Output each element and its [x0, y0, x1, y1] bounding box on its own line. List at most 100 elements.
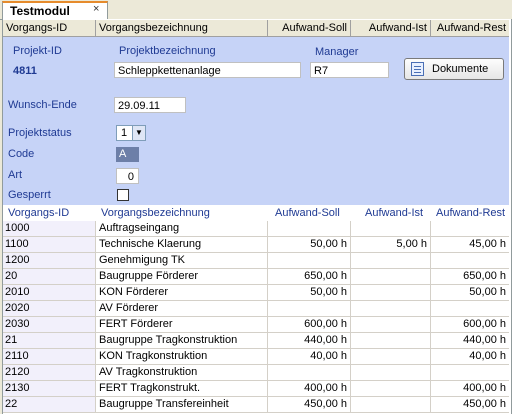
- table-cell[interactable]: 50,00 h: [268, 285, 351, 300]
- table-cell[interactable]: 1000: [3, 221, 96, 236]
- table-row[interactable]: 1000 Auftragseingang: [3, 221, 509, 237]
- table-cell[interactable]: FERT Tragkonstrukt.: [96, 381, 268, 396]
- table-header-aufwand-soll[interactable]: Aufwand-Soll: [275, 205, 340, 221]
- table-cell[interactable]: 5,00 h: [351, 237, 431, 252]
- table-cell[interactable]: 1200: [3, 253, 96, 268]
- dokumente-button[interactable]: Dokumente: [404, 58, 504, 80]
- table-cell[interactable]: 600,00 h: [268, 317, 351, 332]
- table-cell[interactable]: 2130: [3, 381, 96, 396]
- table-cell[interactable]: AV Förderer: [96, 301, 268, 316]
- table-cell[interactable]: 40,00 h: [431, 349, 509, 364]
- chevron-down-icon[interactable]: ▼: [132, 126, 145, 140]
- projektstatus-select[interactable]: 1 ▼: [116, 125, 146, 141]
- table-cell[interactable]: [431, 301, 509, 316]
- projekt-id-label: Projekt-ID: [13, 45, 62, 57]
- table-cell[interactable]: 1100: [3, 237, 96, 252]
- projektbezeichnung-field[interactable]: Schleppkettenanlage: [114, 62, 301, 78]
- table-cell[interactable]: [351, 285, 431, 300]
- table-cell[interactable]: [431, 365, 509, 380]
- table-cell[interactable]: 2020: [3, 301, 96, 316]
- table-row[interactable]: 21 Baugruppe Tragkonstruktion 440,00 h 440,…: [3, 333, 509, 349]
- table-cell[interactable]: 50,00 h: [268, 237, 351, 252]
- table-cell[interactable]: 2120: [3, 365, 96, 380]
- column-header-vorgangs-id[interactable]: Vorgangs-ID: [3, 20, 96, 36]
- manager-label: Manager: [315, 46, 359, 58]
- table-cell[interactable]: [431, 253, 509, 268]
- table-cell[interactable]: [351, 301, 431, 316]
- table-cell[interactable]: [351, 397, 431, 412]
- table-cell[interactable]: 450,00 h: [268, 397, 351, 412]
- table-cell[interactable]: Baugruppe Transfereinheit: [96, 397, 268, 412]
- table-cell[interactable]: 2030: [3, 317, 96, 332]
- table-cell[interactable]: 450,00 h: [431, 397, 509, 412]
- table-row[interactable]: 2030 FERT Förderer 600,00 h 600,00 h: [3, 317, 509, 333]
- close-icon[interactable]: ×: [93, 3, 99, 15]
- table-cell[interactable]: 440,00 h: [431, 333, 509, 348]
- wunsch-ende-field[interactable]: 29.09.11: [114, 97, 186, 113]
- table-header-vorgangsbezeichnung[interactable]: Vorgangsbezeichnung: [101, 205, 210, 221]
- table-cell[interactable]: 21: [3, 333, 96, 348]
- document-icon: [411, 62, 424, 76]
- table-cell[interactable]: 45,00 h: [431, 237, 509, 252]
- column-header-vorgangsbezeichnung[interactable]: Vorgangsbezeichnung: [96, 20, 268, 36]
- table-row[interactable]: 2130 FERT Tragkonstrukt. 400,00 h 400,00 h: [3, 381, 509, 397]
- art-field[interactable]: 0: [116, 168, 139, 184]
- table-row[interactable]: 1100 Technische Klaerung 50,00 h 5,00 h 45,0…: [3, 237, 509, 253]
- code-label: Code: [8, 148, 35, 160]
- tab-label: Testmodul: [10, 4, 70, 18]
- table-header-aufwand-rest[interactable]: Aufwand-Rest: [436, 205, 505, 221]
- table-cell[interactable]: [351, 365, 431, 380]
- table-cell[interactable]: KON Tragkonstruktion: [96, 349, 268, 364]
- table-cell[interactable]: [351, 221, 431, 236]
- table-cell[interactable]: [268, 221, 351, 236]
- table-cell[interactable]: 440,00 h: [268, 333, 351, 348]
- table-row[interactable]: 2020 AV Förderer: [3, 301, 509, 317]
- table-cell[interactable]: [351, 333, 431, 348]
- table-cell[interactable]: [268, 253, 351, 268]
- table-row[interactable]: 22 Baugruppe Transfereinheit 450,00 h 450,0…: [3, 397, 509, 413]
- table-cell[interactable]: FERT Förderer: [96, 317, 268, 332]
- table-cell[interactable]: AV Tragkonstruktion: [96, 365, 268, 380]
- table-header-aufwand-ist[interactable]: Aufwand-Ist: [365, 205, 423, 221]
- table-row[interactable]: 2110 KON Tragkonstruktion 40,00 h 40,00 h: [3, 349, 509, 365]
- column-header-aufwand-rest[interactable]: Aufwand-Rest: [431, 20, 509, 36]
- column-header-aufwand-soll[interactable]: Aufwand-Soll: [268, 20, 351, 36]
- table-cell[interactable]: [351, 253, 431, 268]
- table-cell[interactable]: Baugruppe Förderer: [96, 269, 268, 284]
- column-header-aufwand-ist[interactable]: Aufwand-Ist: [351, 20, 431, 36]
- table-cell[interactable]: [268, 301, 351, 316]
- table-cell[interactable]: Technische Klaerung: [96, 237, 268, 252]
- gesperrt-checkbox[interactable]: [117, 189, 129, 201]
- table-cell[interactable]: [351, 349, 431, 364]
- table-cell[interactable]: 400,00 h: [268, 381, 351, 396]
- table-cell[interactable]: KON Förderer: [96, 285, 268, 300]
- table-cell[interactable]: [351, 317, 431, 332]
- table-row[interactable]: 1200 Genehmigung TK: [3, 253, 509, 269]
- table-cell[interactable]: 20: [3, 269, 96, 284]
- art-label: Art: [8, 169, 23, 181]
- table-cell[interactable]: 50,00 h: [431, 285, 509, 300]
- table-header-vorgangs-id[interactable]: Vorgangs-ID: [8, 205, 69, 221]
- tab-testmodul[interactable]: Testmodul ×: [2, 1, 108, 19]
- code-field[interactable]: A: [116, 147, 139, 162]
- table-cell[interactable]: 2010: [3, 285, 96, 300]
- table-cell[interactable]: 2110: [3, 349, 96, 364]
- table-row[interactable]: 2120 AV Tragkonstruktion: [3, 365, 509, 381]
- table-row[interactable]: 2010 KON Förderer 50,00 h 50,00 h: [3, 285, 509, 301]
- table-row[interactable]: 20 Baugruppe Förderer 650,00 h 650,00 h: [3, 269, 509, 285]
- table-header: Vorgangs-ID Vorgangsbezeichnung Aufwand-…: [3, 205, 509, 221]
- table-cell[interactable]: Auftragseingang: [96, 221, 268, 236]
- table-cell[interactable]: 400,00 h: [431, 381, 509, 396]
- table-cell[interactable]: 22: [3, 397, 96, 412]
- table-cell[interactable]: 650,00 h: [268, 269, 351, 284]
- table-cell[interactable]: [431, 221, 509, 236]
- table-cell[interactable]: [268, 365, 351, 380]
- table-cell[interactable]: 40,00 h: [268, 349, 351, 364]
- table-cell[interactable]: 600,00 h: [431, 317, 509, 332]
- table-cell[interactable]: [351, 381, 431, 396]
- table-cell[interactable]: Baugruppe Tragkonstruktion: [96, 333, 268, 348]
- table-cell[interactable]: Genehmigung TK: [96, 253, 268, 268]
- table-cell[interactable]: [351, 269, 431, 284]
- manager-field[interactable]: R7: [310, 62, 389, 78]
- table-cell[interactable]: 650,00 h: [431, 269, 509, 284]
